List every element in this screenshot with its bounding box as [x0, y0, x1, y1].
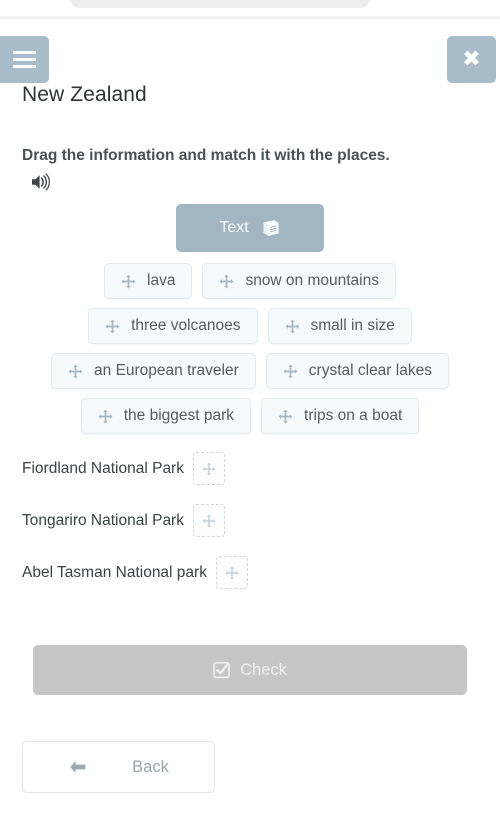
drag-chip[interactable]: trips on a boat	[261, 398, 420, 434]
book-icon	[261, 219, 281, 238]
close-button[interactable]: ✖	[447, 36, 496, 83]
match-row: Fiordland National Park	[22, 450, 482, 487]
back-button-label: Back	[132, 757, 169, 776]
drag-chip[interactable]: the biggest park	[80, 398, 252, 434]
checkbox-icon	[213, 661, 230, 679]
drag-items-row: the biggest park trips on a boat	[0, 398, 500, 434]
drag-chip-label: snow on mountains	[245, 272, 379, 289]
speaker-icon	[32, 173, 50, 191]
text-button-label: Text	[219, 219, 249, 236]
move-icon	[68, 364, 83, 379]
drag-chip[interactable]: three volcanoes	[88, 308, 258, 344]
text-button[interactable]: Text	[176, 204, 324, 252]
move-icon	[278, 409, 293, 424]
close-icon: ✖	[462, 46, 481, 72]
dropzone[interactable]	[215, 556, 248, 589]
drag-chip[interactable]: lava	[104, 263, 193, 299]
drag-chip[interactable]: an European traveler	[51, 353, 256, 389]
browser-pill	[70, 0, 370, 8]
drag-items-row: an European traveler crystal clear lakes	[0, 353, 500, 389]
drag-chip-label: trips on a boat	[304, 407, 403, 424]
move-icon	[202, 514, 216, 527]
check-button-label: Check	[240, 660, 287, 679]
match-row-label: Tongariro National Park	[22, 511, 184, 529]
hamburger-icon	[13, 51, 36, 68]
move-icon	[105, 319, 120, 334]
drag-chip[interactable]: crystal clear lakes	[265, 353, 449, 389]
instruction-text: Drag the information and match it with t…	[22, 147, 390, 164]
check-button[interactable]: Check	[33, 645, 467, 695]
move-icon	[98, 409, 113, 424]
drag-chip[interactable]: small in size	[267, 308, 412, 344]
move-icon	[285, 319, 300, 334]
dropzone[interactable]	[192, 504, 225, 537]
drag-chip[interactable]: snow on mountains	[202, 263, 396, 299]
match-row-label: Fiordland National Park	[22, 459, 184, 477]
drag-chip-label: crystal clear lakes	[308, 362, 432, 379]
move-icon	[202, 462, 216, 475]
drag-items-row: lava snow on mountains	[0, 263, 500, 299]
browser-top-sliver	[0, 0, 500, 16]
move-icon	[121, 274, 136, 289]
drag-chip-label: an European traveler	[94, 362, 239, 379]
dropzone[interactable]	[192, 452, 225, 485]
match-row-label: Abel Tasman National park	[22, 563, 207, 581]
page-title: New Zealand	[22, 83, 147, 106]
move-icon	[283, 364, 298, 379]
move-icon	[219, 274, 234, 289]
drag-chip-label: small in size	[310, 317, 395, 334]
back-button[interactable]: Back	[22, 741, 215, 793]
match-row: Tongariro National Park	[22, 502, 482, 539]
drag-items-row: three volcanoes small in size	[0, 308, 500, 344]
match-rows-container: Fiordland National Park Tongariro Nation…	[22, 450, 482, 606]
move-icon	[225, 566, 239, 579]
arrow-left-icon	[70, 761, 86, 773]
match-row: Abel Tasman National park	[22, 554, 482, 591]
drag-chip-label: three volcanoes	[131, 317, 241, 334]
drag-chip-label: the biggest park	[123, 407, 235, 424]
drag-items-container: lava snow on mountains three volcanoes s…	[0, 263, 500, 443]
audio-play-button[interactable]	[30, 171, 56, 193]
drag-chip-label: lava	[147, 272, 176, 289]
header-divider	[0, 16, 500, 19]
menu-button[interactable]	[0, 36, 49, 83]
